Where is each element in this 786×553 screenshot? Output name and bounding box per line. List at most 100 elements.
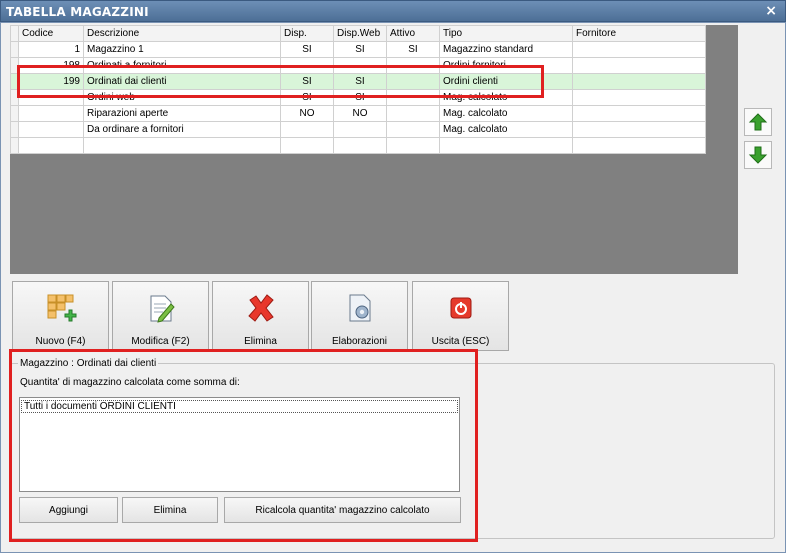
cell-descrizione[interactable]: Riparazioni aperte — [83, 105, 281, 122]
recalculate-button[interactable]: Ricalcola quantita' magazzino calcolato — [224, 497, 461, 523]
warehouse-table: Codice Descrizione Disp. Disp.Web Attivo… — [10, 25, 706, 154]
table-row[interactable]: Da ordinare a fornitori Mag. calcolato — [10, 121, 706, 138]
cell-descrizione[interactable]: Da ordinare a fornitori — [83, 121, 281, 138]
delete-button[interactable]: Elimina — [212, 281, 309, 351]
col-tipo[interactable]: Tipo — [439, 25, 573, 42]
delete-x-icon — [248, 294, 274, 322]
cell-disp[interactable]: SI — [280, 41, 334, 58]
cell-codice[interactable]: 1 — [18, 41, 84, 58]
table-header-row: Codice Descrizione Disp. Disp.Web Attivo… — [10, 25, 706, 42]
document-listbox[interactable]: Tutti i documenti ORDINI CLIENTI — [19, 397, 460, 492]
cell-fornitore[interactable] — [572, 73, 706, 90]
window-titlebar: TABELLA MAGAZZINI × — [0, 0, 786, 22]
cell-disp[interactable] — [280, 137, 334, 154]
exit-button-label: Uscita (ESC) — [431, 336, 490, 347]
cell-codice[interactable] — [18, 105, 84, 122]
col-attivo[interactable]: Attivo — [386, 25, 440, 42]
row-indicator-header — [10, 25, 19, 42]
row-indicator[interactable] — [10, 105, 19, 122]
current-row-indicator[interactable] — [10, 73, 19, 90]
cell-tipo[interactable]: Mag. calcolato — [439, 105, 573, 122]
cell-disp[interactable]: SI — [280, 73, 334, 90]
arrow-down-icon — [748, 146, 768, 164]
cell-fornitore[interactable] — [572, 105, 706, 122]
cell-disp[interactable]: NO — [280, 105, 334, 122]
row-indicator[interactable] — [10, 41, 19, 58]
row-indicator[interactable] — [10, 137, 19, 154]
cell-descrizione[interactable]: Ordinati a fornitori — [83, 57, 281, 74]
arrow-up-icon — [748, 113, 768, 131]
cell-disp[interactable] — [280, 121, 334, 138]
cell-fornitore[interactable] — [572, 41, 706, 58]
cell-attivo[interactable] — [386, 57, 440, 74]
remove-button[interactable]: Elimina — [122, 497, 218, 523]
power-icon — [450, 297, 472, 319]
cell-codice[interactable] — [18, 137, 84, 154]
cell-fornitore[interactable] — [572, 57, 706, 74]
new-table-icon — [47, 294, 77, 322]
table-row[interactable]: 198 Ordinati a fornitori Ordini fornitori — [10, 57, 706, 74]
cell-tipo[interactable] — [439, 137, 573, 154]
cell-fornitore[interactable] — [572, 89, 706, 106]
col-fornitore[interactable]: Fornitore — [572, 25, 706, 42]
cell-attivo[interactable]: SI — [386, 41, 440, 58]
cell-disp-web[interactable]: SI — [333, 89, 387, 106]
processing-button[interactable]: Elaborazioni — [311, 281, 408, 351]
cell-tipo[interactable]: Magazzino standard — [439, 41, 573, 58]
cell-tipo[interactable]: Ordini clienti — [439, 73, 573, 90]
move-down-button[interactable] — [744, 141, 772, 169]
add-button[interactable]: Aggiungi — [19, 497, 118, 523]
table-row[interactable]: Riparazioni aperte NO NO Mag. calcolato — [10, 105, 706, 122]
warehouse-grid-area: Codice Descrizione Disp. Disp.Web Attivo… — [10, 25, 738, 274]
cell-codice[interactable] — [18, 121, 84, 138]
table-row[interactable] — [10, 137, 706, 154]
cell-descrizione[interactable]: Ordini web — [83, 89, 281, 106]
delete-button-label: Elimina — [244, 336, 277, 347]
edit-document-icon — [150, 295, 175, 323]
cell-attivo[interactable] — [386, 105, 440, 122]
cell-attivo[interactable] — [386, 137, 440, 154]
cell-disp-web[interactable] — [333, 137, 387, 154]
cell-descrizione[interactable]: Ordinati dai clienti — [83, 73, 281, 90]
table-row[interactable]: 199 Ordinati dai clienti SI SI Ordini client… — [10, 73, 706, 90]
cell-codice[interactable]: 198 — [18, 57, 84, 74]
close-icon[interactable]: × — [765, 3, 777, 19]
cell-disp-web[interactable]: SI — [333, 73, 387, 90]
cell-tipo[interactable]: Mag. calcolato — [439, 121, 573, 138]
list-item[interactable]: Tutti i documenti ORDINI CLIENTI — [21, 400, 458, 413]
cell-attivo[interactable] — [386, 89, 440, 106]
new-button[interactable]: Nuovo (F4) — [12, 281, 109, 351]
table-row[interactable]: 1 Magazzino 1 SI SI SI Magazzino standard — [10, 41, 706, 58]
exit-button[interactable]: Uscita (ESC) — [412, 281, 509, 351]
col-codice[interactable]: Codice — [18, 25, 84, 42]
row-indicator[interactable] — [10, 57, 19, 74]
row-indicator[interactable] — [10, 121, 19, 138]
row-indicator[interactable] — [10, 89, 19, 106]
cell-tipo[interactable]: Ordini fornitori — [439, 57, 573, 74]
edit-button[interactable]: Modifica (F2) — [112, 281, 209, 351]
cell-disp[interactable] — [280, 57, 334, 74]
col-disp-web[interactable]: Disp.Web — [333, 25, 387, 42]
cell-disp[interactable]: SI — [280, 89, 334, 106]
processing-button-label: Elaborazioni — [331, 336, 388, 347]
cell-fornitore[interactable] — [572, 137, 706, 154]
col-disp[interactable]: Disp. — [280, 25, 334, 42]
cell-attivo[interactable] — [386, 121, 440, 138]
cell-disp-web[interactable]: NO — [333, 105, 387, 122]
edit-button-label: Modifica (F2) — [131, 336, 190, 347]
document-gear-icon — [349, 294, 371, 322]
move-up-button[interactable] — [744, 108, 772, 136]
cell-fornitore[interactable] — [572, 121, 706, 138]
cell-descrizione[interactable]: Magazzino 1 — [83, 41, 281, 58]
cell-codice[interactable]: 199 — [18, 73, 84, 90]
cell-disp-web[interactable] — [333, 57, 387, 74]
cell-attivo[interactable] — [386, 73, 440, 90]
cell-disp-web[interactable]: SI — [333, 41, 387, 58]
col-descrizione[interactable]: Descrizione — [83, 25, 281, 42]
cell-codice[interactable] — [18, 89, 84, 106]
table-row[interactable]: Ordini web SI SI Mag. calcolato — [10, 89, 706, 106]
cell-tipo[interactable]: Mag. calcolato — [439, 89, 573, 106]
cell-descrizione[interactable] — [83, 137, 281, 154]
new-button-label: Nuovo (F4) — [35, 336, 86, 347]
cell-disp-web[interactable] — [333, 121, 387, 138]
